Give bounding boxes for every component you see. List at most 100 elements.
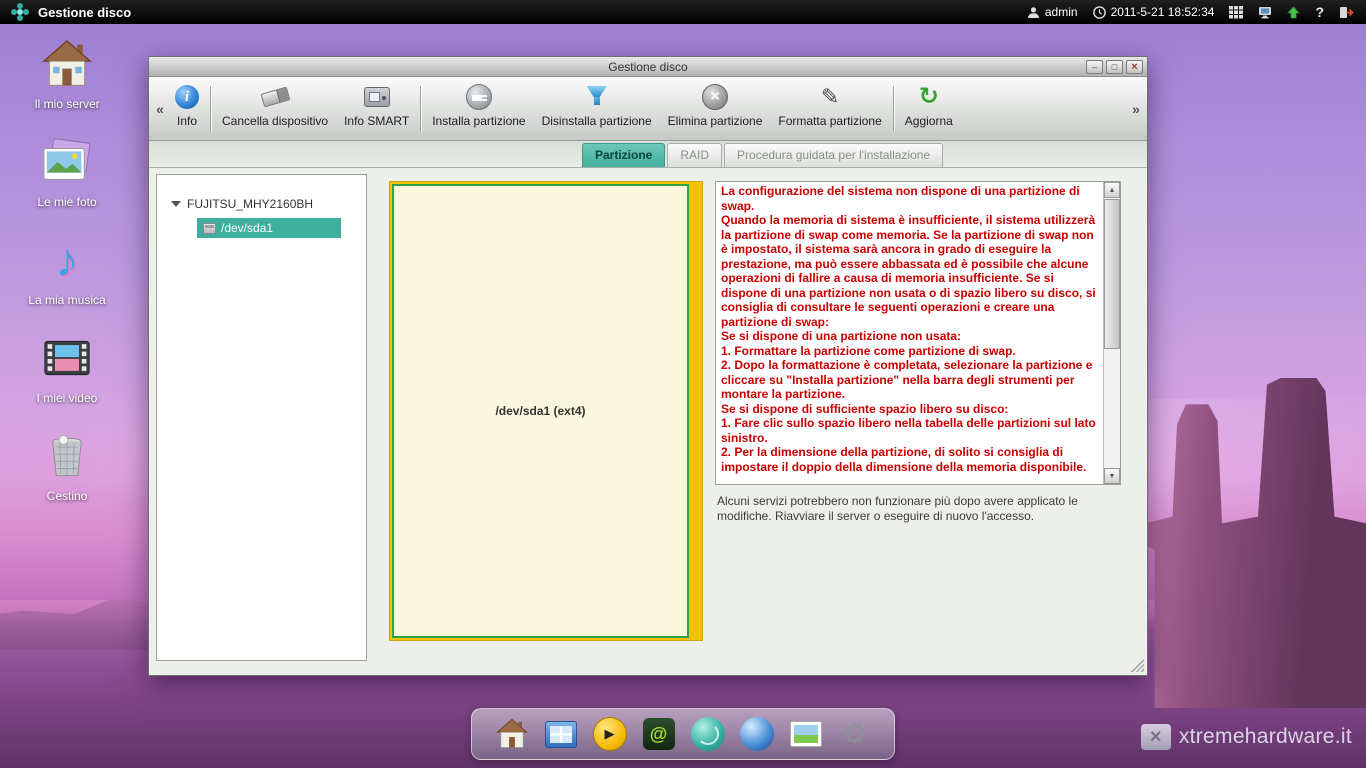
filmstrip-icon [38, 330, 96, 386]
dock-network-icon[interactable] [689, 715, 727, 753]
house-icon [38, 36, 96, 92]
mount-partition-button[interactable]: Installa partizione [424, 79, 533, 138]
user-icon [1027, 6, 1040, 19]
smart-info-button[interactable]: Info SMART [336, 79, 417, 138]
window-titlebar[interactable]: Gestione disco [149, 57, 1147, 77]
desktop-icon-my-videos[interactable]: I miei video [18, 330, 116, 405]
free-space-strip[interactable] [689, 182, 702, 640]
apps-grid-icon[interactable] [1229, 6, 1243, 19]
delete-icon [702, 84, 728, 110]
desktop-icon-my-server[interactable]: Il mio server [18, 36, 116, 111]
desktop-icon-label: La mia musica [28, 293, 105, 307]
user-name: admin [1045, 5, 1078, 19]
topbar-title: Gestione disco [38, 5, 131, 20]
desktop-icon-my-photos[interactable]: Le mie foto [18, 134, 116, 209]
logout-icon[interactable] [1339, 6, 1354, 19]
format-partition-button[interactable]: Formatta partizione [770, 79, 889, 138]
info-icon [175, 85, 199, 109]
user-menu[interactable]: admin [1027, 5, 1078, 19]
info-line: La configurazione del sistema non dispon… [721, 184, 1098, 213]
dock-file-manager-icon[interactable] [542, 715, 580, 753]
topbar: Gestione disco admin 2011-5-21 18:52:34 … [0, 0, 1366, 24]
dock-home-icon[interactable] [493, 715, 531, 753]
eraser-icon [260, 87, 290, 108]
scroll-right-icon[interactable] [1129, 101, 1143, 117]
desktop-icon-my-music[interactable]: ♪ La mia musica [18, 232, 116, 307]
tab-installation-wizard[interactable]: Procedura guidata per l'installazione [724, 143, 943, 167]
datetime: 2011-5-21 18:52:34 [1111, 5, 1215, 19]
device-name: FUJITSU_MHY2160BH [187, 197, 313, 211]
watermark: xtremehardware.it [1141, 724, 1352, 750]
device-tree-panel: FUJITSU_MHY2160BH /dev/sda1 [156, 174, 367, 661]
toolbar: Info Cancella dispositivo Info SMART Ins… [149, 77, 1147, 141]
dock-photo-viewer-icon[interactable] [787, 715, 825, 753]
desktop-icon-trash[interactable]: Cestino [18, 428, 116, 503]
dock-media-player-icon[interactable] [591, 715, 629, 753]
refresh-button[interactable]: Aggiorna [897, 79, 961, 138]
xtremehardware-logo-icon [1141, 724, 1171, 750]
scrollbar-thumb[interactable] [1104, 199, 1120, 349]
close-button[interactable] [1126, 60, 1143, 74]
help-icon[interactable]: ? [1315, 4, 1324, 20]
disk-icon [203, 223, 216, 234]
info-line: 1. Fare clic sullo spazio libero nella t… [721, 416, 1098, 445]
dock-webmail-icon[interactable] [640, 715, 678, 753]
clock-icon [1093, 6, 1106, 19]
disk-management-window: Gestione disco Info Cancella dispositivo… [148, 56, 1148, 676]
toolbar-separator [420, 86, 421, 131]
tab-raid[interactable]: RAID [667, 143, 722, 167]
info-line: 2. Dopo la formattazione è completata, s… [721, 358, 1098, 402]
desktop-icon-label: Cestino [47, 489, 88, 503]
swap-info-text: La configurazione del sistema non dispon… [716, 182, 1103, 484]
partition-sda1-block[interactable]: /dev/sda1 (ext4) [392, 184, 689, 638]
format-pencil-icon [821, 84, 839, 110]
window-title: Gestione disco [608, 60, 687, 74]
desktop-icon-label: Il mio server [34, 97, 99, 111]
toolbar-separator [210, 86, 211, 131]
trash-icon [38, 428, 96, 484]
minimize-button[interactable] [1086, 60, 1103, 74]
unmount-icon [584, 84, 610, 110]
dock-settings-gear-icon[interactable] [836, 715, 874, 753]
info-button[interactable]: Info [167, 79, 207, 138]
warning-note: Alcuni servizi potrebbero non funzionare… [717, 494, 1119, 524]
system-logo-icon [11, 3, 29, 21]
desktop-icon-label: I miei video [37, 391, 98, 405]
partition-map: /dev/sda1 (ext4) [389, 181, 703, 641]
info-line: Quando la memoria di sistema è insuffici… [721, 213, 1098, 329]
scroll-up-icon[interactable] [1104, 182, 1120, 198]
desktop-icon-label: Le mie foto [37, 195, 96, 209]
dock [471, 708, 895, 760]
scrollbar[interactable] [1103, 182, 1120, 484]
upload-arrow-icon[interactable] [1287, 6, 1300, 19]
window-content: FUJITSU_MHY2160BH /dev/sda1 /dev/sda1 (e… [149, 168, 1147, 675]
info-line: Se si dispone di una partizione non usat… [721, 329, 1098, 344]
resize-grip[interactable] [1131, 659, 1144, 672]
tree-partition-row[interactable]: /dev/sda1 [197, 218, 341, 238]
collapse-triangle-icon[interactable] [171, 201, 181, 207]
mount-icon [466, 84, 492, 110]
info-line: 2. Per la dimensione della partizione, d… [721, 445, 1098, 474]
unmount-partition-button[interactable]: Disinstalla partizione [534, 79, 660, 138]
partition-name: /dev/sda1 [221, 221, 273, 235]
scroll-left-icon[interactable] [153, 101, 167, 117]
network-status-icon[interactable] [1258, 6, 1272, 19]
scroll-down-icon[interactable] [1104, 468, 1120, 484]
watermark-text: xtremehardware.it [1179, 725, 1352, 749]
swap-info-panel: La configurazione del sistema non dispon… [715, 181, 1121, 485]
tabstrip: Partizione RAID Procedura guidata per l'… [149, 141, 1147, 168]
device-icon [364, 87, 390, 107]
maximize-button[interactable] [1106, 60, 1123, 74]
photos-icon [38, 134, 96, 190]
dock-browser-icon[interactable] [738, 715, 776, 753]
tree-device-row[interactable]: FUJITSU_MHY2160BH [171, 197, 366, 211]
music-note-icon: ♪ [38, 232, 96, 288]
info-line: 1. Formattare la partizione come partizi… [721, 344, 1098, 359]
info-line: Se si dispone di sufficiente spazio libe… [721, 402, 1098, 417]
tab-partizione[interactable]: Partizione [582, 143, 665, 167]
partition-label: /dev/sda1 (ext4) [495, 404, 585, 418]
delete-partition-button[interactable]: Elimina partizione [660, 79, 771, 138]
erase-device-button[interactable]: Cancella dispositivo [214, 79, 336, 138]
toolbar-separator [893, 86, 894, 131]
desktop-icon-column: Il mio server Le mie foto ♪ La mia music… [18, 36, 116, 503]
